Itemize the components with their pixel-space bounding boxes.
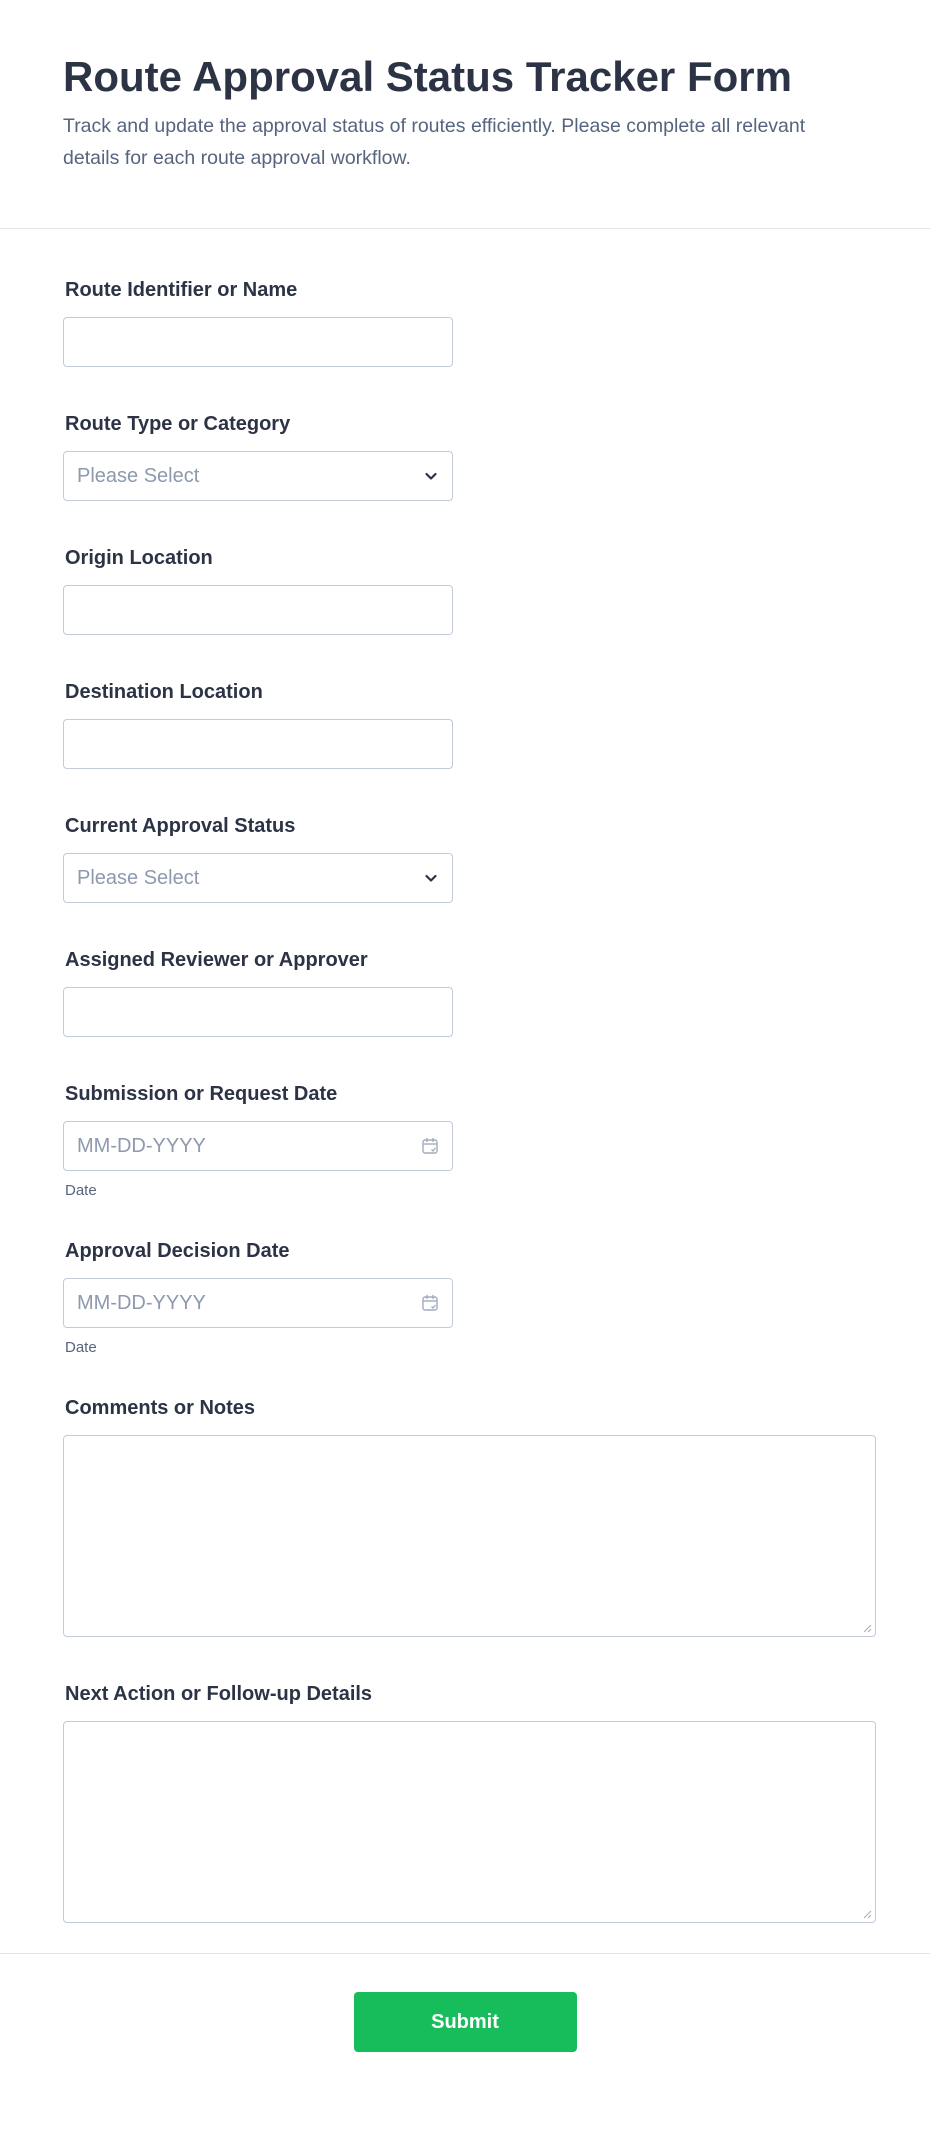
submission-date-input[interactable]: MM-DD-YYYY bbox=[63, 1121, 453, 1171]
field-route-type: Route Type or Category Please Select bbox=[63, 411, 867, 501]
field-approval-status: Current Approval Status Please Select bbox=[63, 813, 867, 903]
decision-date-placeholder: MM-DD-YYYY bbox=[77, 1292, 206, 1314]
resize-handle-icon[interactable] bbox=[862, 1909, 872, 1919]
field-origin: Origin Location bbox=[63, 545, 867, 635]
field-route-identifier: Route Identifier or Name bbox=[63, 277, 867, 367]
route-type-select[interactable]: Please Select bbox=[63, 451, 453, 501]
chevron-down-icon bbox=[425, 874, 437, 882]
decision-date-label: Approval Decision Date bbox=[65, 1240, 290, 1262]
form-header: Route Approval Status Tracker Form Track… bbox=[0, 0, 930, 229]
destination-label: Destination Location bbox=[65, 681, 263, 703]
decision-date-sublabel: Date bbox=[65, 1339, 97, 1356]
destination-input[interactable] bbox=[63, 719, 453, 769]
chevron-down-icon bbox=[425, 472, 437, 480]
route-identifier-input[interactable] bbox=[63, 317, 453, 367]
approval-status-select[interactable]: Please Select bbox=[63, 853, 453, 903]
next-action-label: Next Action or Follow-up Details bbox=[65, 1683, 373, 1705]
submission-date-sublabel: Date bbox=[65, 1182, 97, 1199]
comments-textarea[interactable] bbox=[63, 1435, 876, 1637]
field-submission-date: Submission or Request Date MM-DD-YYYY Da… bbox=[63, 1081, 867, 1200]
field-destination: Destination Location bbox=[63, 679, 867, 769]
calendar-icon[interactable] bbox=[421, 1294, 439, 1312]
submission-date-label: Submission or Request Date bbox=[65, 1083, 338, 1105]
approval-status-label: Current Approval Status bbox=[65, 815, 296, 837]
submit-button[interactable]: Submit bbox=[353, 1992, 577, 2052]
form-body: Route Identifier or Name Route Type or C… bbox=[0, 229, 930, 1923]
comments-label: Comments or Notes bbox=[65, 1397, 256, 1419]
submission-date-placeholder: MM-DD-YYYY bbox=[77, 1135, 206, 1157]
route-identifier-label: Route Identifier or Name bbox=[65, 279, 298, 301]
form-title: Route Approval Status Tracker Form bbox=[63, 53, 792, 100]
approval-status-placeholder: Please Select bbox=[77, 867, 200, 889]
form-subtitle: Track and update the approval status of … bbox=[63, 115, 806, 169]
route-type-placeholder: Please Select bbox=[77, 465, 200, 487]
field-reviewer: Assigned Reviewer or Approver bbox=[63, 947, 867, 1037]
decision-date-input[interactable]: MM-DD-YYYY bbox=[63, 1278, 453, 1328]
form-footer: Submit bbox=[0, 1953, 930, 2052]
origin-label: Origin Location bbox=[65, 547, 213, 569]
reviewer-input[interactable] bbox=[63, 987, 453, 1037]
field-comments: Comments or Notes bbox=[63, 1395, 876, 1637]
reviewer-label: Assigned Reviewer or Approver bbox=[65, 949, 368, 971]
route-type-label: Route Type or Category bbox=[65, 413, 291, 435]
origin-input[interactable] bbox=[63, 585, 453, 635]
field-decision-date: Approval Decision Date MM-DD-YYYY Date bbox=[63, 1238, 867, 1357]
field-next-action: Next Action or Follow-up Details bbox=[63, 1681, 876, 1923]
resize-handle-icon[interactable] bbox=[862, 1623, 872, 1633]
calendar-icon[interactable] bbox=[421, 1137, 439, 1155]
next-action-textarea[interactable] bbox=[63, 1721, 876, 1923]
